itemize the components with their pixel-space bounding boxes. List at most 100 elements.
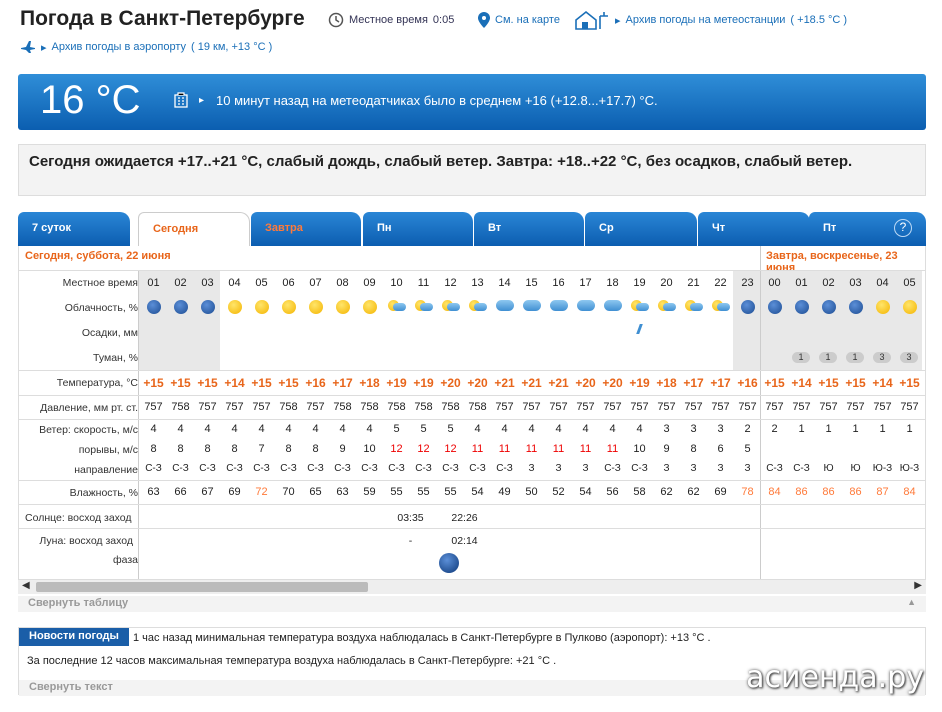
row-label-cloud: Облачность, % [64, 302, 138, 314]
temp-cell: +15 [818, 376, 839, 390]
hour-cell: 20 [660, 277, 673, 289]
hour-cell: 16 [552, 277, 565, 289]
forecast-summary: Сегодня ожидается +17..+21 °C, слабый до… [18, 144, 926, 196]
airport-archive-link[interactable]: Архив погоды в аэропорту [52, 41, 186, 53]
direction-cell: С-З [253, 463, 270, 474]
direction-cell: С-З [280, 463, 297, 474]
direction-cell: С-З [442, 463, 459, 474]
collapse-table-button[interactable]: Свернуть таблицу ▲ [18, 596, 926, 612]
tab-thu[interactable]: Чт [698, 212, 810, 246]
humidity-cell: 66 [174, 486, 187, 498]
temp-cell: +17 [710, 376, 731, 390]
direction-cell: З [555, 463, 562, 474]
gust-cell: 11 [606, 443, 619, 455]
hour-cell: 22 [714, 277, 727, 289]
pressure-cell: 758 [171, 401, 190, 413]
wind-cell: 3 [663, 423, 670, 435]
direction-cell: С-З [145, 463, 162, 474]
gust-cell: 12 [444, 443, 457, 455]
wind-cell: 1 [825, 423, 832, 435]
sun-icon [302, 300, 329, 317]
tab-7-days[interactable]: 7 суток [18, 212, 130, 246]
gust-cell: 9 [663, 443, 670, 455]
humidity-cell: 55 [417, 486, 430, 498]
tab-today[interactable]: Сегодня [138, 212, 250, 246]
gust-cell: 11 [471, 443, 484, 455]
pressure-cell: 758 [333, 401, 352, 413]
humidity-cell: 54 [579, 486, 592, 498]
direction-cell: С-З [496, 463, 513, 474]
horizontal-scrollbar[interactable]: ◀ ▶ [18, 580, 926, 594]
gust-cell: 11 [498, 443, 511, 455]
direction-cell: С-З [388, 463, 405, 474]
temp-cell: +21 [548, 376, 569, 390]
wind-cell: 4 [474, 423, 481, 435]
map-pin-icon [478, 12, 490, 28]
hourly-forecast-table: Сегодня, суббота, 22 июня Завтра, воскре… [18, 246, 926, 580]
temp-cell: +14 [224, 376, 245, 390]
humidity-cell: 62 [660, 486, 673, 498]
direction-cell: С-З [334, 463, 351, 474]
collapse-table-label[interactable]: Свернуть таблицу [28, 597, 128, 609]
map-link-group[interactable]: См. на карте [478, 12, 560, 28]
row-label-pressure: Давление, мм рт. ст. [40, 402, 138, 414]
humidity-cell: 86 [849, 486, 862, 498]
airport-archive-info[interactable]: ( 19 км, +13 °C ) [191, 41, 272, 53]
temp-cell: +18 [656, 376, 677, 390]
pressure-cell: 757 [657, 401, 676, 413]
temp-cell: +19 [386, 376, 407, 390]
humidity-cell: 86 [795, 486, 808, 498]
humidity-cell: 78 [741, 486, 754, 498]
direction-cell: С-З [307, 463, 324, 474]
scroll-left-icon[interactable]: ◀ [22, 580, 30, 591]
hour-cell: 03 [849, 277, 862, 289]
local-time-label: Местное время [349, 14, 428, 26]
pressure-cell: 757 [522, 401, 541, 413]
cloudy-icon [518, 300, 545, 314]
temp-cell: +15 [170, 376, 191, 390]
tab-tomorrow[interactable]: Завтра [251, 212, 361, 246]
day-divider [760, 246, 761, 579]
wind-cell: 4 [339, 423, 346, 435]
scroll-thumb[interactable] [36, 582, 368, 592]
moon-icon [842, 300, 869, 317]
partly-icon [437, 300, 464, 314]
wind-cell: 4 [258, 423, 265, 435]
hour-cell: 08 [336, 277, 349, 289]
wind-cell: 1 [879, 423, 886, 435]
humidity-cell: 65 [309, 486, 322, 498]
direction-cell: Ю [850, 463, 861, 474]
tab-mon[interactable]: Пн [363, 212, 473, 246]
partly-icon [464, 300, 491, 314]
wind-cell: 4 [366, 423, 373, 435]
tab-wed[interactable]: Ср [585, 212, 697, 246]
map-link[interactable]: См. на карте [495, 14, 560, 26]
pressure-cell: 757 [603, 401, 622, 413]
hour-cell: 10 [390, 277, 403, 289]
temp-cell: +15 [197, 376, 218, 390]
partly-icon [707, 300, 734, 314]
gust-cell: 8 [204, 443, 211, 455]
raindrop-icon [626, 324, 653, 337]
tab-tue[interactable]: Вт [474, 212, 584, 246]
direction-cell: З [690, 463, 697, 474]
wind-cell: 4 [501, 423, 508, 435]
station-archive-group[interactable]: ▸ Архив погоды на метеостанции ( +18.5 °… [574, 10, 847, 30]
humidity-cell: 69 [714, 486, 727, 498]
row-label-temp: Температура, °C [56, 377, 138, 389]
row-divider [19, 395, 925, 396]
pressure-cell: 757 [846, 401, 865, 413]
moon-icon [167, 300, 194, 317]
airport-archive-group[interactable]: ▸ Архив погоды в аэропорту ( 19 км, +13 … [20, 40, 272, 54]
scroll-right-icon[interactable]: ▶ [914, 580, 922, 591]
station-archive-link[interactable]: Архив погоды на метеостанции [626, 14, 786, 26]
fog-cell: 3 [900, 352, 918, 363]
hour-cell: 19 [633, 277, 646, 289]
moon-icon [761, 300, 788, 317]
pressure-cell: 757 [630, 401, 649, 413]
help-icon[interactable]: ? [894, 219, 912, 237]
collapse-up-icon[interactable]: ▲ [907, 597, 916, 607]
hour-cell: 05 [903, 277, 916, 289]
direction-cell: Ю-З [872, 463, 893, 474]
station-archive-temp[interactable]: ( +18.5 °C ) [790, 14, 847, 26]
